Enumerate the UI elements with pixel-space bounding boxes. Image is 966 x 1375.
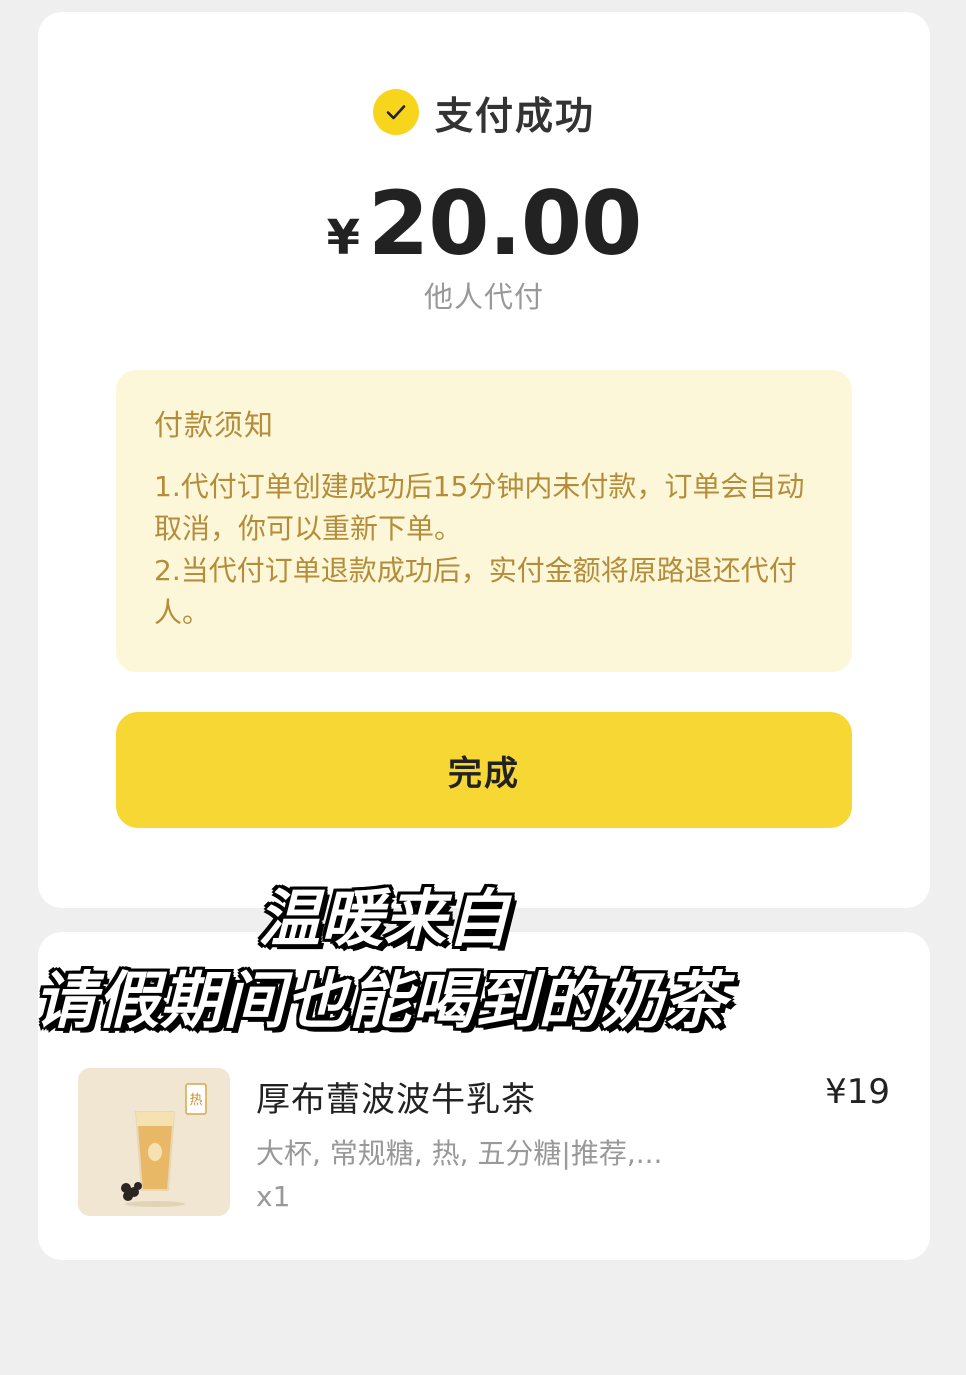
- payment-result-card: 支付成功 ¥ 20.00 他人代付 付款须知 1.代付订单创建成功后15分钟内未…: [38, 12, 930, 908]
- product-price: ¥19: [825, 1072, 890, 1112]
- payment-notice-box: 付款须知 1.代付订单创建成功后15分钟内未付款，订单会自动取消，你可以重新下单…: [116, 370, 852, 672]
- payment-amount: ¥ 20.00: [38, 172, 930, 275]
- milk-tea-illustration: 热: [78, 1068, 230, 1216]
- product-name: 厚布蕾波波牛乳茶: [256, 1080, 536, 1120]
- notice-item-2: 2.当代付订单退款成功后，实付金额将原路退还代付人。: [154, 554, 797, 629]
- product-image: 热: [78, 1068, 230, 1216]
- notice-body: 1.代付订单创建成功后15分钟内未付款，订单会自动取消，你可以重新下单。 2.当…: [154, 466, 814, 634]
- image-badge-text: 热: [189, 1093, 202, 1108]
- payment-method: 他人代付: [423, 280, 544, 314]
- done-button[interactable]: 完成: [116, 712, 852, 828]
- payment-status-title: 支付成功: [434, 93, 595, 138]
- caption-line-2: 请假期间也能喝到的奶茶: [34, 964, 728, 1037]
- amount-value: 20.00: [368, 172, 642, 275]
- payment-status-row: 支付成功: [38, 82, 930, 142]
- caption-line-1: 温暖来自: [258, 882, 511, 955]
- check-circle-icon: [372, 89, 419, 135]
- product-quantity: x1: [256, 1180, 291, 1213]
- product-options: 大杯, 常规糖, 热, 五分糖|推荐,...: [256, 1137, 663, 1170]
- notice-title: 付款须知: [154, 408, 275, 442]
- currency-symbol: ¥: [326, 210, 361, 266]
- notice-item-1: 1.代付订单创建成功后15分钟内未付款，订单会自动取消，你可以重新下单。: [154, 470, 805, 545]
